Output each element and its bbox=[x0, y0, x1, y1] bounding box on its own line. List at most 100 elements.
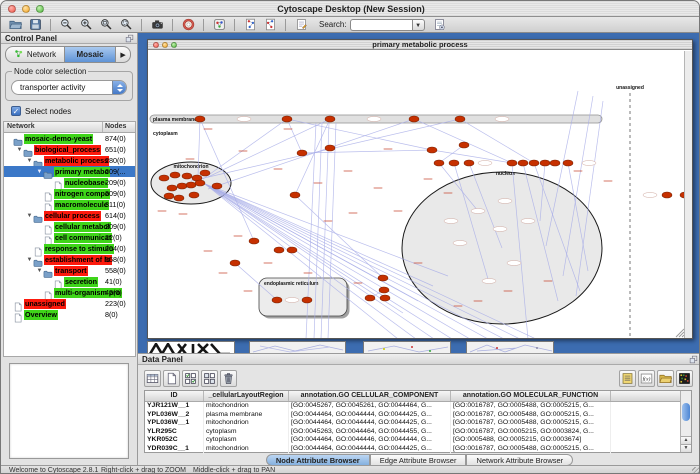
graph-node[interactable] bbox=[302, 297, 312, 303]
graph-node[interactable] bbox=[159, 175, 169, 181]
graph-node[interactable] bbox=[518, 160, 528, 166]
graph-node[interactable] bbox=[274, 247, 284, 253]
graph-node[interactable] bbox=[379, 287, 389, 293]
vizmapper-button[interactable] bbox=[210, 17, 228, 32]
tree-expander-icon[interactable]: ▼ bbox=[26, 213, 33, 219]
graph-node[interactable] bbox=[325, 116, 335, 122]
table-column-header[interactable]: annotation.GO MOLECULAR_FUNCTION bbox=[451, 391, 611, 401]
graph-node[interactable] bbox=[449, 160, 459, 166]
graph-node[interactable] bbox=[434, 160, 444, 166]
graph-node[interactable] bbox=[282, 116, 292, 122]
graph-node[interactable] bbox=[365, 295, 375, 301]
graph-node[interactable] bbox=[427, 147, 437, 153]
function-builder-button[interactable]: f(x) bbox=[638, 370, 655, 387]
annotation-button[interactable] bbox=[292, 17, 310, 32]
scroll-down-button[interactable]: ▼ bbox=[681, 444, 691, 452]
table-row[interactable]: YPL036W__2plasma membrane[GO:0044464, GO… bbox=[145, 411, 691, 420]
tree-row[interactable]: nitrogen compo209(0) bbox=[4, 188, 135, 199]
unselect-attributes-button[interactable] bbox=[201, 370, 218, 387]
birdseye-view[interactable] bbox=[9, 363, 129, 459]
graph-node[interactable] bbox=[297, 150, 307, 156]
graph-node[interactable] bbox=[459, 142, 469, 148]
session-note-button[interactable] bbox=[431, 17, 449, 32]
graph-node[interactable] bbox=[249, 238, 259, 244]
tree-row[interactable]: multi-organism pro42(0) bbox=[4, 287, 135, 298]
tree-expander-icon[interactable]: ▼ bbox=[26, 158, 33, 164]
graph-node[interactable] bbox=[177, 183, 187, 189]
canvas-vertical-scrollbar[interactable] bbox=[684, 51, 692, 338]
tab-edge-attribute-browser[interactable]: Edge Attribute Browser bbox=[370, 454, 467, 466]
graph-node[interactable] bbox=[195, 180, 205, 186]
delete-attribute-button[interactable] bbox=[220, 370, 237, 387]
table-row[interactable]: YKR052Ccytoplasm[GO:0044464, GO:0044446,… bbox=[145, 436, 691, 445]
zoom-in-button[interactable] bbox=[77, 17, 95, 32]
graph-node[interactable] bbox=[540, 160, 550, 166]
graph-node[interactable] bbox=[189, 192, 199, 198]
graph-node[interactable] bbox=[563, 160, 573, 166]
table-column-header[interactable]: annotation.GO CELLULAR_COMPONENT bbox=[289, 391, 451, 401]
tree-row[interactable]: cellular metabol209(0) bbox=[4, 221, 135, 232]
graph-node[interactable] bbox=[325, 145, 335, 151]
graph-node[interactable] bbox=[290, 192, 300, 198]
float-panel-icon[interactable] bbox=[689, 355, 698, 364]
tree-expander-icon[interactable]: ▼ bbox=[16, 147, 23, 153]
open-session-button[interactable] bbox=[6, 17, 24, 32]
table-column-header[interactable]: _cellularLayoutRegion bbox=[204, 391, 289, 401]
tab-node-attribute-browser[interactable]: Node Attribute Browser bbox=[266, 454, 370, 466]
layout-button-1[interactable] bbox=[241, 17, 259, 32]
search-input[interactable] bbox=[350, 19, 412, 31]
graph-node[interactable] bbox=[186, 182, 196, 188]
zoom-fit-button[interactable] bbox=[97, 17, 115, 32]
tree-expander-icon[interactable]: ▼ bbox=[36, 268, 43, 274]
zoom-out-button[interactable] bbox=[57, 17, 75, 32]
tree-row[interactable]: ▼transport558(0) bbox=[4, 265, 135, 276]
tree-row[interactable]: ▼metabolic process280(0) bbox=[4, 155, 135, 166]
graph-node[interactable] bbox=[507, 160, 517, 166]
matrix-view-button[interactable] bbox=[676, 370, 693, 387]
help-button[interactable] bbox=[179, 17, 197, 32]
graph-node[interactable] bbox=[195, 116, 205, 122]
scroll-up-button[interactable]: ▲ bbox=[681, 436, 691, 444]
graph-node[interactable] bbox=[464, 160, 474, 166]
tree-column-network[interactable]: Network bbox=[4, 122, 103, 132]
scrollbar-thumb[interactable] bbox=[682, 403, 690, 421]
tree-column-nodes[interactable]: Nodes bbox=[103, 122, 135, 132]
graph-node[interactable] bbox=[409, 116, 419, 122]
graph-node[interactable] bbox=[164, 193, 174, 199]
graph-node[interactable] bbox=[287, 247, 297, 253]
tree-row[interactable]: secretion41(0) bbox=[4, 276, 135, 287]
graph-node[interactable] bbox=[380, 295, 390, 301]
graph-node[interactable] bbox=[200, 170, 210, 176]
graph-node[interactable] bbox=[174, 195, 184, 201]
float-panel-icon[interactable] bbox=[125, 34, 134, 43]
tree-expander-icon[interactable]: ▼ bbox=[26, 257, 33, 263]
background-window-fragment[interactable] bbox=[147, 341, 235, 353]
tree-row[interactable]: macromolecule311(0) bbox=[4, 199, 135, 210]
graph-node[interactable] bbox=[455, 116, 465, 122]
tab-network[interactable]: Network bbox=[5, 46, 65, 63]
tree-row[interactable]: unassigned223(0) bbox=[4, 298, 135, 309]
network-canvas[interactable]: plasma membranecytoplasmmitochondrionnuc… bbox=[148, 51, 685, 338]
graph-node[interactable] bbox=[378, 275, 388, 281]
graph-node[interactable] bbox=[182, 173, 192, 179]
tab-mosaic[interactable]: Mosaic bbox=[65, 46, 116, 63]
table-row[interactable]: YPL036W__1mitochondrion[GO:0044464, GO:0… bbox=[145, 419, 691, 428]
tree-row[interactable]: response to stimulu264(0) bbox=[4, 243, 135, 254]
background-window-fragment[interactable] bbox=[249, 341, 346, 353]
tree-row[interactable]: ▼establishment of lo558(0) bbox=[4, 254, 135, 265]
table-row[interactable]: YJR121W__1mitochondrion[GO:0045267, GO:0… bbox=[145, 402, 691, 411]
table-column-header[interactable]: ID bbox=[145, 391, 204, 401]
graph-node[interactable] bbox=[167, 185, 177, 191]
graph-node[interactable] bbox=[272, 297, 282, 303]
tree-row[interactable]: nucleobase-209(0) bbox=[4, 177, 135, 188]
tree-row[interactable]: Overview8(0) bbox=[4, 309, 135, 320]
select-nodes-checkbox[interactable]: ✓ bbox=[11, 106, 21, 116]
tree-row[interactable]: ▼biological_process651(0) bbox=[4, 144, 135, 155]
tree-row[interactable]: mosaic-demo-yeast874(0) bbox=[4, 133, 135, 144]
attribute-list-button[interactable] bbox=[619, 370, 636, 387]
zoom-selected-button[interactable] bbox=[117, 17, 135, 32]
background-window-fragment[interactable] bbox=[466, 341, 554, 353]
graph-node[interactable] bbox=[212, 183, 222, 189]
import-attributes-button[interactable] bbox=[657, 370, 674, 387]
search-dropdown-button[interactable]: ▼ bbox=[412, 19, 425, 31]
